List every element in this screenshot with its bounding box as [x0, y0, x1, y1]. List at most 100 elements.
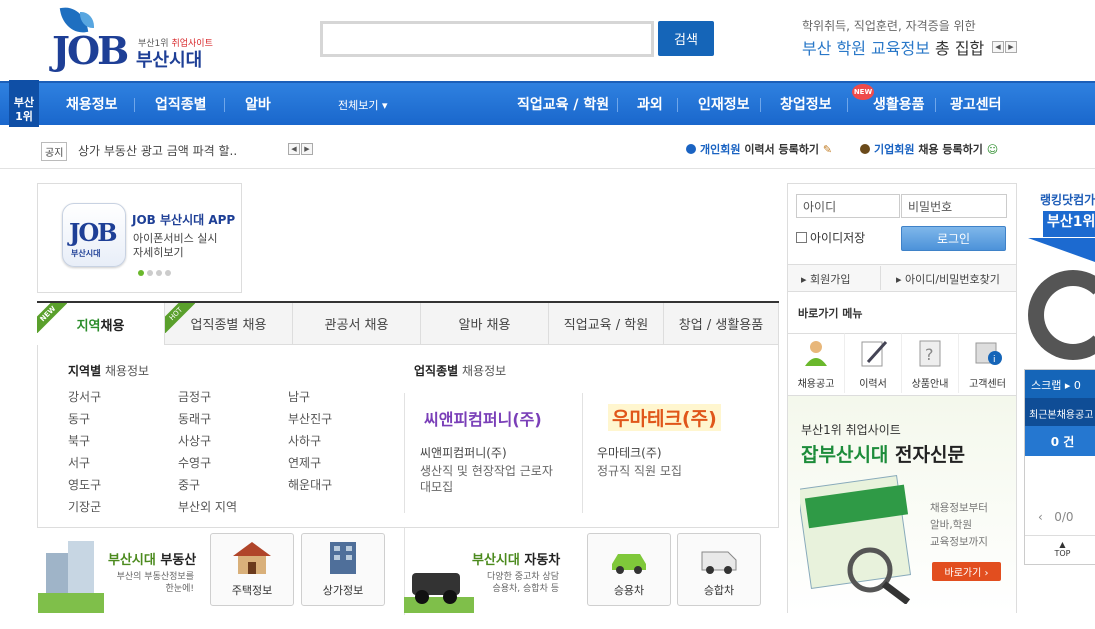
region-link[interactable]: 금정구 [178, 388, 211, 405]
region-link[interactable]: 부산외 지역 [178, 498, 237, 515]
scrap-counter[interactable]: 스크랩 ▸ 0 [1025, 370, 1095, 398]
region-link[interactable]: 연제구 [288, 454, 321, 471]
quick-support[interactable]: i 고객센터 [959, 333, 1016, 393]
next-arrow-icon[interactable]: ▶ [1005, 41, 1017, 53]
quick-products[interactable]: ? 상품안내 [902, 333, 959, 393]
nav-talent[interactable]: 인재정보 [698, 94, 750, 114]
promo-line2[interactable]: 부산 학원 교육정보 총 집합 [802, 35, 984, 59]
epaper-title: 잡부산시대 전자신문 [801, 444, 965, 466]
nav-viewall[interactable]: 전체보기 ▾ [338, 97, 388, 113]
bullet-icon [686, 144, 696, 154]
person-icon [805, 341, 827, 366]
house-info-button[interactable]: 주택정보 [210, 533, 294, 606]
nav-tutoring[interactable]: 과외 [637, 94, 663, 114]
app-icon: JOB 부산시대 [62, 203, 126, 267]
nav-startup[interactable]: 창업정보 [780, 94, 832, 114]
personal-resume-link[interactable]: 개인회원 이력서 등록하기 ✎ [686, 141, 832, 157]
region-title: 지역별 채용정보 [68, 364, 150, 378]
sedan-button[interactable]: 승용차 [587, 533, 671, 606]
svg-text:?: ? [925, 345, 934, 364]
nav-education[interactable]: 직업교육 / 학원 [517, 94, 609, 114]
region-link[interactable]: 부산진구 [288, 410, 332, 427]
info-icon: i [975, 342, 1002, 365]
company-name[interactable]: 씨앤피컴퍼니(주) [420, 445, 507, 461]
ranking-badge: 부산1위 [1043, 211, 1095, 237]
region-link[interactable]: 동래구 [178, 410, 211, 427]
new-badge: NEW [852, 84, 874, 100]
top-button[interactable]: ▲ TOP [1025, 535, 1095, 563]
search-button[interactable]: 검색 [658, 21, 714, 56]
recent-jobs-count: 0 건 [1025, 426, 1095, 456]
truck-illustration [404, 573, 474, 613]
ranking-text: 랭킹닷컴가 [1040, 193, 1095, 207]
site-logo[interactable]: JOB 부산1위 취업사이트 부산시대 [50, 4, 220, 74]
promo-arrows: ◀ ▶ [992, 41, 1017, 53]
nav-jobinfo[interactable]: 채용정보 [66, 94, 118, 114]
nav-alba[interactable]: 알바 [245, 94, 271, 114]
carousel-dots[interactable] [138, 270, 171, 276]
corp-register-link[interactable]: 기업회원 채용 등록하기 ☺ [860, 141, 998, 157]
next-arrow-icon[interactable]: ▶ [301, 143, 313, 155]
realestate-sub: 부산의 부동산정보를 한눈에! [116, 572, 194, 594]
prev-arrow-icon[interactable]: ◀ [992, 41, 1004, 53]
tab-education[interactable]: 직업교육 / 학원 [549, 303, 664, 345]
pencil-icon: ✎ [822, 143, 833, 156]
region-link[interactable]: 서구 [68, 454, 90, 471]
recent-pager[interactable]: ‹ 0/0 [1038, 510, 1074, 524]
region-link[interactable]: 해운대구 [288, 476, 332, 493]
quick-menu-title: 바로가기 메뉴 [798, 307, 863, 320]
quick-resume[interactable]: 이력서 [845, 333, 902, 393]
region-link[interactable]: 동구 [68, 410, 90, 427]
login-button[interactable]: 로그인 [901, 226, 1006, 251]
office-building-icon [330, 542, 356, 574]
find-account-link[interactable]: ▸ 아이디/비밀번호찾기 [896, 271, 1000, 287]
region-link[interactable]: 남구 [288, 388, 310, 405]
password-field[interactable]: 비밀번호 [901, 194, 1007, 218]
region-link[interactable]: 사상구 [178, 432, 211, 449]
nav-adcenter[interactable]: 광고센터 [950, 94, 1002, 114]
newspaper-illustration [800, 474, 912, 604]
signup-link[interactable]: ▸ 회원가입 [801, 271, 851, 287]
region-link[interactable]: 기장군 [68, 498, 101, 515]
bullet-icon [860, 144, 870, 154]
tab-public[interactable]: 관공서 채용 [293, 303, 421, 345]
epaper-go-button[interactable]: 바로가기 › [932, 562, 1001, 581]
notice-text[interactable]: 상가 부동산 광고 금액 파격 할.. [78, 142, 237, 159]
region-link[interactable]: 강서구 [68, 388, 101, 405]
van-icon [701, 551, 737, 574]
tab-startup[interactable]: 창업 / 생활용품 [664, 303, 779, 345]
epaper-line1: 부산1위 취업사이트 [801, 423, 901, 437]
van-button[interactable]: 승합차 [677, 533, 761, 606]
id-field[interactable]: 아이디 [796, 194, 900, 218]
company-name[interactable]: 우마테크(주) [597, 445, 662, 461]
car-title[interactable]: 부산시대 자동차 [472, 549, 560, 568]
tab-jobtype[interactable]: HOT 업직종별 채용 [165, 303, 293, 345]
house-icon [233, 542, 271, 574]
nav-jobtype[interactable]: 업직종별 [155, 94, 207, 114]
company-logo-uma[interactable]: 우마테크(주) [608, 404, 721, 431]
save-id-checkbox[interactable]: 아이디저장 [796, 229, 865, 246]
pen-icon [861, 340, 888, 367]
prev-arrow-icon[interactable]: ◀ [288, 143, 300, 155]
company-desc[interactable]: 대모집 [420, 479, 453, 495]
company-desc[interactable]: 정규직 직원 모집 [597, 463, 682, 479]
region-link[interactable]: 영도구 [68, 476, 101, 493]
app-more-link[interactable]: 자세히보기 [133, 244, 184, 260]
company-desc[interactable]: 생산직 및 현장작업 근로자 [420, 463, 553, 479]
store-info-button[interactable]: 상가정보 [301, 533, 385, 606]
region-link[interactable]: 사하구 [288, 432, 321, 449]
quick-job-posting[interactable]: 채용공고 [788, 333, 845, 393]
tab-region[interactable]: NEW 지역 채용 [37, 303, 165, 345]
region-link[interactable]: 북구 [68, 432, 90, 449]
notice-arrows: ◀ ▶ [288, 143, 313, 155]
region-link[interactable]: 수영구 [178, 454, 211, 471]
logo-mark: JOB [52, 28, 129, 73]
person-icon: ☺ [986, 143, 999, 156]
tab-alba[interactable]: 알바 채용 [421, 303, 549, 345]
nav-living[interactable]: 생활용품 [873, 94, 925, 114]
search-input[interactable] [320, 21, 654, 57]
company-logo-cnp[interactable]: 씨앤피컴퍼니(주) [424, 406, 542, 430]
region-link[interactable]: 중구 [178, 476, 200, 493]
building-illustration [38, 541, 104, 613]
realestate-title[interactable]: 부산시대 부동산 [108, 549, 196, 568]
